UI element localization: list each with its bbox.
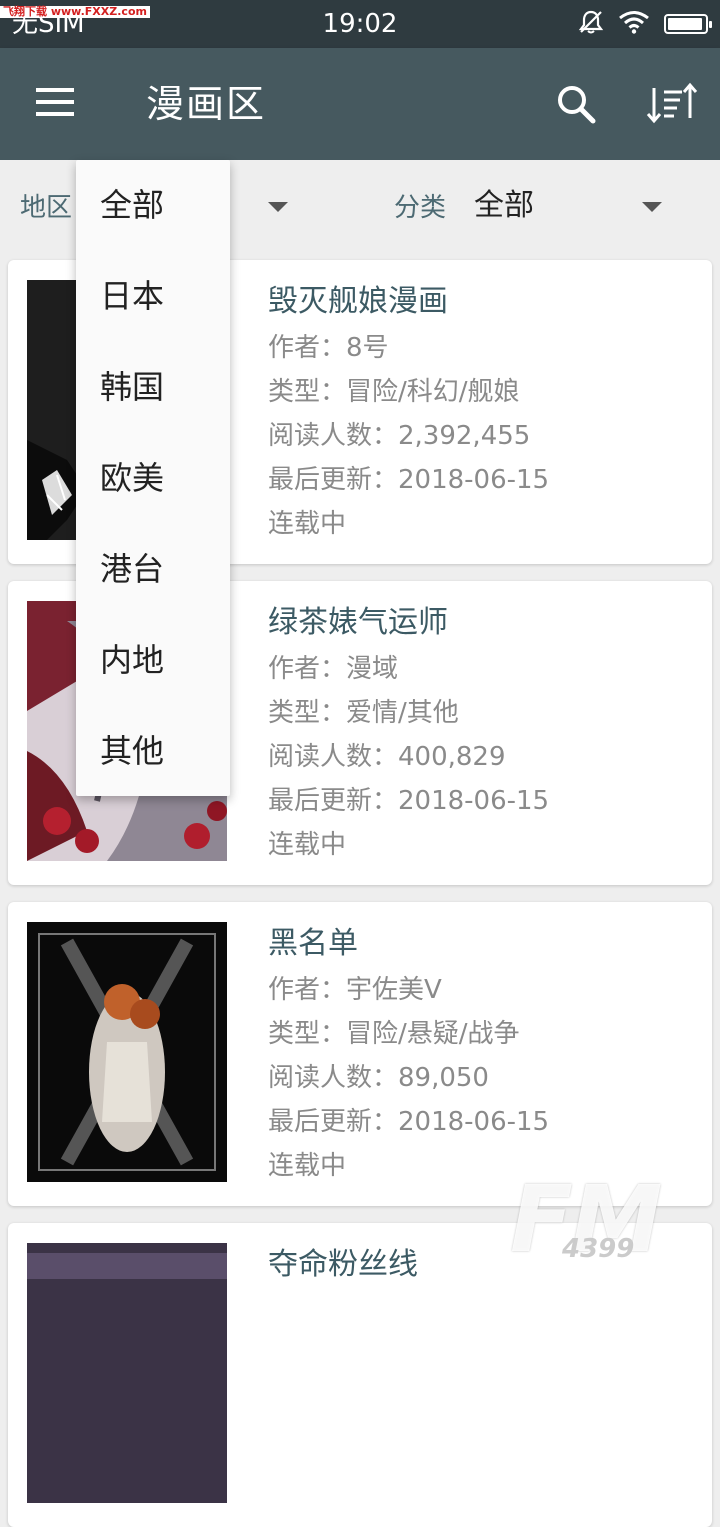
search-icon[interactable]	[552, 80, 600, 128]
category-filter-label: 分类	[394, 193, 447, 223]
comic-cover-image	[27, 922, 227, 1182]
comic-genre: 类型：冒险/科幻/舰娘	[268, 377, 520, 407]
comic-title[interactable]: 黑名单	[268, 922, 698, 968]
comic-card[interactable]: 黑名单 作者：宇佐美V 类型：冒险/悬疑/战争 阅读人数：89,050 最后更新…	[8, 902, 712, 1206]
dropdown-option[interactable]: 其他	[76, 706, 230, 797]
category-dropdown-arrow-icon[interactable]	[642, 202, 662, 212]
region-filter-label: 地区	[20, 193, 73, 223]
comic-status: 连载中	[268, 830, 347, 860]
hamburger-menu-icon[interactable]	[32, 82, 80, 126]
dropdown-option[interactable]: 港台	[76, 524, 230, 615]
comic-genre: 类型：冒险/悬疑/战争	[268, 1019, 520, 1049]
status-bar: 无SIM 飞翔下载 www.FXXZ.com 19:02	[0, 0, 720, 48]
comic-readers: 阅读人数：2,392,455	[268, 421, 531, 451]
comic-updated: 最后更新：2018-06-15	[268, 465, 550, 495]
comic-readers: 阅读人数：89,050	[268, 1063, 489, 1093]
comic-cover-image	[27, 1243, 227, 1503]
comic-readers: 阅读人数：400,829	[268, 742, 506, 772]
comic-genre: 类型：爱情/其他	[268, 698, 459, 728]
region-dropdown-arrow-icon[interactable]	[268, 202, 288, 212]
comic-title[interactable]: 毁灭舰娘漫画	[268, 280, 698, 326]
wifi-icon	[618, 10, 650, 38]
comic-title[interactable]: 绿茶婊气运师	[268, 601, 698, 647]
sort-icon[interactable]	[644, 78, 700, 130]
region-dropdown-menu: 全部 日本 韩国 欧美 港台 内地 其他	[76, 160, 230, 796]
comic-updated: 最后更新：2018-06-15	[268, 1107, 550, 1137]
category-filter-value[interactable]: 全部	[474, 184, 534, 228]
alarm-off-icon	[578, 9, 604, 39]
dropdown-option[interactable]: 韩国	[76, 342, 230, 433]
comic-author: 作者：宇佐美V	[268, 975, 442, 1005]
battery-icon	[664, 14, 712, 34]
dropdown-option[interactable]: 全部	[76, 160, 230, 251]
app-toolbar: 漫画区	[0, 48, 720, 160]
site-watermark: 4399	[562, 1234, 635, 1264]
comic-updated: 最后更新：2018-06-15	[268, 786, 550, 816]
comic-status: 连载中	[268, 509, 347, 539]
dropdown-option[interactable]: 日本	[76, 251, 230, 342]
page-title: 漫画区	[146, 82, 267, 126]
dropdown-option[interactable]: 内地	[76, 615, 230, 706]
battery-level	[668, 18, 702, 30]
comic-author: 作者：漫域	[268, 654, 399, 684]
dropdown-option[interactable]: 欧美	[76, 433, 230, 524]
comic-author: 作者：8号	[268, 333, 389, 363]
